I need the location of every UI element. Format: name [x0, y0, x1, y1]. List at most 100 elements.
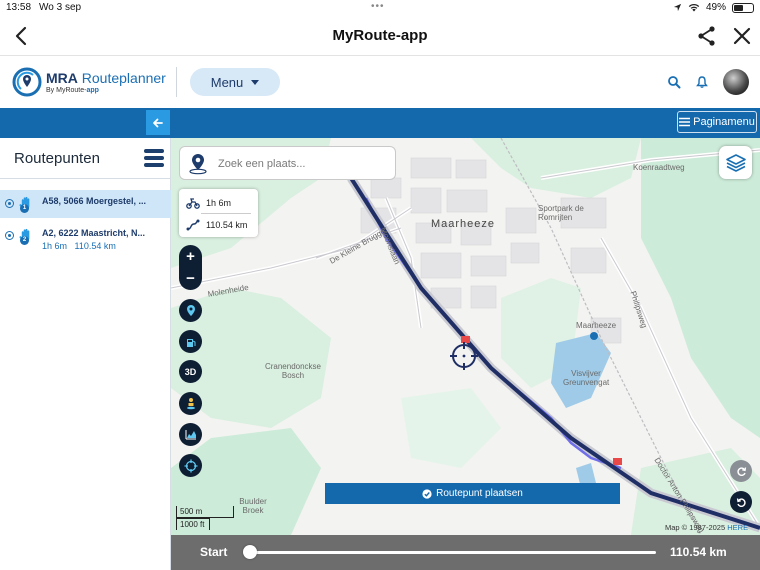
map-label-station: Maarheeze [576, 321, 617, 330]
blue-toolbar [0, 108, 760, 138]
fuel-station-button[interactable] [179, 330, 202, 353]
routepoint-distance: 110.54 km [74, 241, 116, 251]
person-icon [186, 398, 195, 410]
zoom-control: + − [179, 245, 202, 290]
slider-track[interactable] [250, 551, 656, 554]
slider-start-label: Start [200, 545, 228, 559]
sidebar-divider [0, 178, 171, 179]
brand-sub: By MyRoute- [46, 87, 87, 94]
map-label-town: Maarheeze [431, 218, 496, 230]
sidebar-menu-icon[interactable] [144, 149, 164, 167]
routepoint-duration: 1h 6m [42, 241, 68, 251]
crosshair-icon [450, 342, 478, 370]
location-pin-icon [186, 305, 195, 316]
brand-rest: Routeplanner [77, 70, 166, 86]
battery-percent: 49% [705, 2, 726, 13]
place-routepoint-button[interactable]: Routepunt plaatsen [325, 483, 620, 504]
map-canvas[interactable]: Maarheeze Koenraadtweg Sportpark de Romr… [171, 138, 760, 535]
page-menu-button[interactable]: Paginamenu [677, 111, 757, 133]
map-attribution: Map © 1987-2025 HERE [665, 523, 748, 532]
battery-icon [732, 2, 754, 13]
routepoint-radio-icon[interactable] [5, 231, 14, 240]
routepoint-number: 1 [20, 204, 29, 213]
route-info-card: 1h 6m 110.54 km [179, 189, 258, 237]
sidebar-title: Routepunten [14, 150, 100, 167]
wifi-icon [688, 4, 700, 12]
attribution-text: Map © 1987-2025 [665, 523, 728, 532]
navigation-bar: MyRoute-app [0, 16, 760, 56]
brand-sub-app: app [86, 87, 99, 94]
menu-button[interactable]: Menu [190, 68, 280, 96]
scale-metric: 500 m [176, 506, 234, 518]
multitask-dots-icon[interactable]: ••• [371, 1, 385, 12]
slider-end-label: 110.54 km [670, 545, 727, 559]
status-date: Wo 3 sep [39, 2, 82, 13]
map-layers-button[interactable] [719, 146, 752, 179]
brand-bold: MRA [46, 70, 78, 86]
undo-icon [736, 497, 746, 507]
routepoint-address: A2, 6222 Maastricht, N... [42, 228, 146, 238]
locate-me-button[interactable] [179, 454, 202, 477]
routepoint-number: 2 [20, 236, 29, 245]
map-scale: 500 m 1000 ft [176, 506, 234, 530]
app-root: 13:58 Wo 3 sep ••• 49% MyRoute-app MRA R… [0, 0, 760, 570]
zoom-out-button[interactable]: − [179, 267, 202, 289]
map-label-visvijver: Visvijver Greunvengat [563, 369, 610, 387]
map-label-koenraadtweg: Koenraadtweg [633, 163, 685, 172]
street-view-button[interactable] [179, 392, 202, 415]
route-slider-bar: Start 110.54 km [171, 535, 760, 570]
mra-logo-icon[interactable] [12, 67, 42, 97]
layers-icon [725, 153, 746, 172]
info-duration: 1h 6m [206, 198, 232, 208]
collapse-sidebar-button[interactable] [146, 110, 170, 135]
routepoint-radio-icon[interactable] [5, 199, 14, 208]
bell-icon[interactable] [695, 75, 709, 89]
motorcycle-clock-icon [186, 198, 200, 209]
avatar[interactable] [723, 69, 749, 95]
status-time: 13:58 [6, 2, 32, 13]
hamburger-icon [679, 117, 691, 127]
arrow-left-icon [153, 118, 163, 127]
add-location-button[interactable] [179, 299, 202, 322]
map-pin-icon [189, 154, 207, 175]
routepoint-item-1[interactable]: 1 A58, 5066 Moergestel, ... [0, 190, 171, 218]
rotate-icon [736, 466, 746, 476]
close-icon[interactable] [730, 24, 754, 48]
caret-down-icon [251, 79, 260, 85]
routepoint-address: A58, 5066 Moergestel, ... [42, 196, 147, 206]
target-icon [184, 459, 197, 472]
reset-north-button[interactable] [730, 460, 752, 482]
share-icon[interactable] [695, 24, 719, 48]
chart-icon [185, 430, 196, 440]
routepoint-meta: 1h 6m 110.54 km [42, 241, 116, 251]
fuel-icon [186, 338, 195, 347]
attribution-link[interactable]: HERE [727, 523, 748, 532]
place-routepoint-label: Routepunt plaatsen [436, 488, 523, 499]
status-bar: 13:58 Wo 3 sep ••• 49% [0, 0, 760, 16]
location-arrow-icon [673, 3, 682, 12]
info-divider [201, 213, 251, 214]
map-label-buulder: Buulder Broek [239, 497, 267, 515]
menu-button-label: Menu [210, 74, 244, 90]
header-divider [176, 67, 177, 97]
check-circle-icon [422, 488, 432, 499]
app-header: MRA Routeplanner By MyRoute-app Menu [0, 57, 760, 108]
route-sidebar: Routepunten 1 A58, 5066 Moergestel, ... … [0, 138, 171, 570]
elevation-profile-button[interactable] [179, 423, 202, 446]
search-input[interactable] [218, 154, 388, 174]
slider-handle[interactable] [243, 545, 257, 559]
brand-logo: MRA Routeplanner By MyRoute-app [46, 70, 166, 94]
search-icon[interactable] [667, 75, 681, 89]
3d-mode-button[interactable]: 3D [179, 360, 202, 383]
route-distance-icon [186, 219, 200, 231]
undo-button[interactable] [730, 491, 752, 513]
info-distance: 110.54 km [206, 220, 248, 230]
map-label-sportpark: Sportpark de Romrijten [538, 204, 584, 222]
zoom-in-button[interactable]: + [179, 245, 202, 267]
place-search [179, 146, 396, 180]
map-label-bosch: Cranendonckse Bosch [264, 362, 322, 380]
scale-imperial: 1000 ft [176, 518, 210, 530]
page-menu-label: Paginamenu [693, 116, 755, 128]
routepoint-item-2[interactable]: 2 A2, 6222 Maastricht, N... 1h 6m 110.54… [0, 222, 171, 251]
nav-title: MyRoute-app [332, 27, 428, 44]
